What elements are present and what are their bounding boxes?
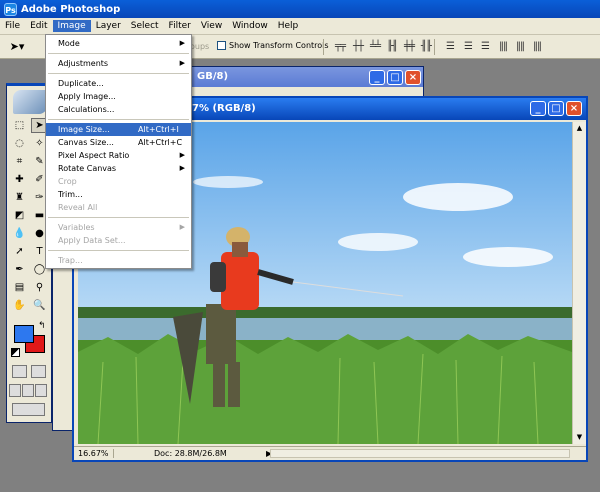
menu-layer[interactable]: Layer [91,20,126,32]
app-title: Adobe Photoshop [21,3,121,15]
menu-separator [48,53,189,54]
align-vcenter-icon[interactable]: ┼┼ [351,41,365,53]
distribute-right-icon[interactable]: ‖‖ [530,41,544,53]
app-titlebar: Ps Adobe Photoshop [0,0,600,18]
move-tool-preset-icon[interactable]: ➤▾ [4,38,30,56]
full-screen-mode-icon[interactable] [35,384,47,397]
submenu-arrow-icon: ▶ [179,59,185,67]
menu-item-crop: Crop [58,177,77,186]
minimize-icon[interactable]: _ [369,70,385,85]
default-colors-icon[interactable] [11,348,20,357]
distribute-hcenter-icon[interactable]: ‖‖ [513,41,527,53]
lasso-tool-icon[interactable]: ◌ [11,136,28,151]
pen-tool-icon[interactable]: ✒ [11,262,28,277]
menu-item-trim[interactable]: Trim... [46,188,191,201]
show-transform-controls-checkbox[interactable]: Show Transform Controls [217,41,329,50]
menu-separator [48,73,189,74]
menu-item-adjustments[interactable]: Adjustments ▶ [46,57,191,70]
show-transform-controls-label: Show Transform Controls [229,41,329,50]
notes-tool-icon[interactable]: ▤ [11,280,28,295]
align-hcenter-icon[interactable]: ╪╪ [402,41,416,53]
submenu-arrow-icon: ▶ [179,164,185,172]
distribute-top-icon[interactable]: ☰ [443,41,457,53]
menu-view[interactable]: View [196,20,227,32]
healing-brush-tool-icon[interactable]: ✚ [11,172,28,187]
menu-item-variables: Variables ▶ [58,223,185,232]
menu-item-apply-data-set: Apply Data Set... [58,236,126,245]
align-bottom-icon[interactable]: ╧╧ [368,41,382,53]
photoshop-feather-icon[interactable] [13,90,47,114]
align-top-icon[interactable]: ╤╤ [333,41,347,53]
distribute-left-icon[interactable]: ‖‖ [496,41,510,53]
checkbox-box[interactable] [217,41,226,50]
vertical-scrollbar[interactable]: ▲ ▼ [572,122,586,444]
submenu-arrow-icon: ▶ [179,151,185,159]
menu-edit[interactable]: Edit [25,20,52,32]
menu-image[interactable]: Image [52,20,91,32]
menu-item-image-size[interactable]: Image Size... Alt+Ctrl+I [46,123,191,136]
menu-item-trap: Trap... [58,256,83,265]
document-size: Doc: 28.8M/26.8M [154,449,227,458]
menu-separator [48,119,189,120]
menu-item-duplicate[interactable]: Duplicate... [46,77,191,90]
menu-filter[interactable]: Filter [164,20,196,32]
submenu-arrow-icon: ▶ [179,39,185,47]
standard-mode-icon[interactable] [12,365,27,378]
marquee-tool-icon[interactable]: ⬚ [11,118,28,133]
eraser-tool-icon[interactable]: ◩ [11,208,28,223]
menu-separator [48,217,189,218]
align-left-icon[interactable]: ╟╢ [385,41,399,53]
menu-separator [48,250,189,251]
menubar: File Edit Image Layer Select Filter View… [0,18,600,35]
eyedropper-tool-icon[interactable]: ⚲ [31,280,48,295]
menu-item-rotate-canvas[interactable]: Rotate Canvas ▶ [46,162,191,175]
foreground-color-swatch[interactable] [14,325,34,343]
horizontal-scrollbar[interactable] [270,449,570,458]
scroll-down-icon[interactable]: ▼ [574,432,585,443]
menu-item-calculations[interactable]: Calculations... [46,103,191,116]
swap-colors-icon[interactable]: ↰ [38,321,46,331]
jump-to-imageready-icon[interactable] [12,403,45,416]
menu-select[interactable]: Select [126,20,164,32]
maximize-icon[interactable]: □ [548,101,564,116]
full-screen-menu-mode-icon[interactable] [22,384,34,397]
quick-mask-mode-icon[interactable] [31,365,46,378]
zoom-tool-icon[interactable]: 🔍 [31,298,48,313]
separator [323,39,324,55]
menu-file[interactable]: File [0,20,25,32]
zoom-level[interactable]: 16.67% [74,449,114,458]
hand-tool-icon[interactable]: ✋ [11,298,28,313]
close-icon[interactable]: × [405,70,421,85]
menu-item-mode[interactable]: Mode ▶ [46,37,191,50]
close-icon[interactable]: × [566,101,582,116]
separator [434,39,435,55]
menu-item-pixel-aspect-ratio[interactable]: Pixel Aspect Ratio ▶ [46,149,191,162]
crop-tool-icon[interactable]: ⌗ [11,154,28,169]
clone-stamp-tool-icon[interactable]: ♜ [11,190,28,205]
photoshop-logo-icon: Ps [4,2,17,16]
standard-screen-mode-icon[interactable] [9,384,21,397]
auto-select-groups-label: oups [190,42,210,51]
menu-help[interactable]: Help [273,20,304,32]
blur-tool-icon[interactable]: 💧 [11,226,28,241]
menu-window[interactable]: Window [227,20,273,32]
tool-grid: ⬚ ➤ ◌ ✧ ⌗ ✎ ✚ ✐ ♜ ✑ ◩ ▬ 💧 ● ➚ T ✒ ◯ ▤ ⚲ … [11,118,49,313]
image-menu-dropdown: Mode ▶ Adjustments ▶ Duplicate... Apply Im… [45,34,192,269]
scroll-up-icon[interactable]: ▲ [574,123,585,134]
menu-item-reveal-all: Reveal All [58,203,98,212]
path-selection-tool-icon[interactable]: ➚ [11,244,28,259]
distribute-bottom-icon[interactable]: ☰ [478,41,492,53]
submenu-arrow-icon: ▶ [179,223,185,231]
minimize-icon[interactable]: _ [530,101,546,116]
maximize-icon[interactable]: □ [387,70,403,85]
align-right-icon[interactable]: ╢╟ [419,41,433,53]
menu-item-canvas-size[interactable]: Canvas Size... Alt+Ctrl+C [46,136,191,149]
status-bar: 16.67% Doc: 28.8M/26.8M ▶ [74,446,586,460]
menu-item-apply-image[interactable]: Apply Image... [46,90,191,103]
distribute-vcenter-icon[interactable]: ☰ [461,41,475,53]
